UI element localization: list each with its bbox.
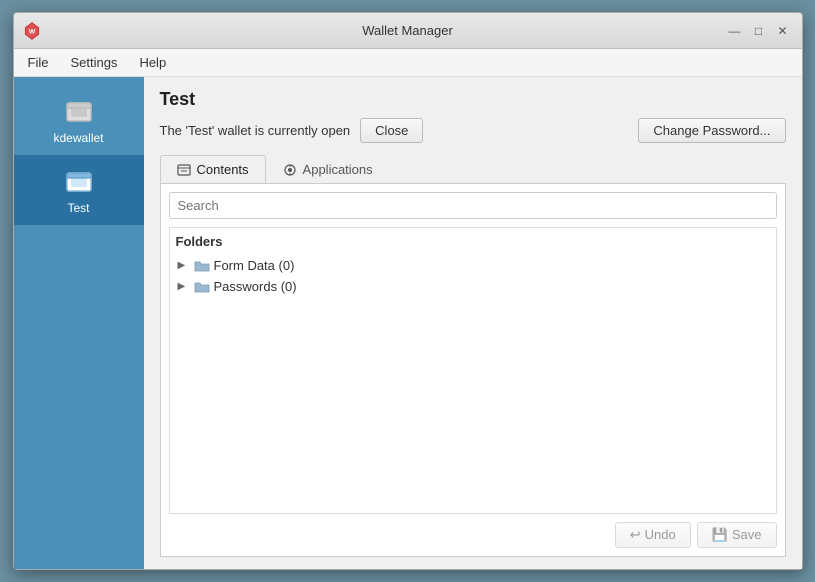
test-icon (63, 165, 95, 197)
action-bar: ↩Undo 💾Save (169, 514, 777, 548)
sidebar: kdewallet Test (14, 77, 144, 569)
main-panel: Test The 'Test' wallet is currently open… (144, 77, 802, 569)
folder-item-passwords[interactable]: ▶ Passwords (0) (176, 276, 770, 297)
folder-label-passwords: Passwords (0) (214, 279, 297, 294)
tab-contents-label: Contents (197, 162, 249, 177)
save-icon: 💾 (712, 527, 728, 542)
menu-bar: File Settings Help (14, 49, 802, 77)
window-close-button[interactable]: ✕ (772, 20, 794, 42)
menu-file[interactable]: File (18, 52, 59, 73)
chevron-right-icon-passwords: ▶ (178, 281, 190, 292)
minimize-button[interactable]: — (724, 20, 746, 42)
tab-bar: Contents Applications (160, 155, 786, 184)
save-button[interactable]: 💾Save (697, 522, 777, 548)
app-icon: W (22, 21, 42, 41)
folder-icon-formdata (194, 259, 210, 273)
tab-content-area: Folders ▶ Form Data (0) ▶ (160, 184, 786, 557)
sidebar-item-kdewallet[interactable]: kdewallet (14, 85, 144, 155)
title-bar-left: W (22, 21, 42, 41)
folder-label-formdata: Form Data (0) (214, 258, 295, 273)
close-wallet-button[interactable]: Close (360, 118, 423, 143)
contents-tab-icon (177, 163, 191, 177)
kdewallet-icon (63, 95, 95, 127)
wallet-status-bar: The 'Test' wallet is currently open Clos… (160, 118, 786, 143)
chevron-right-icon-formdata: ▶ (178, 260, 190, 271)
tab-content-wrapper: Folders ▶ Form Data (0) ▶ (169, 192, 777, 514)
maximize-button[interactable]: □ (748, 20, 770, 42)
change-password-button[interactable]: Change Password... (638, 118, 785, 143)
title-bar: W Wallet Manager — □ ✕ (14, 13, 802, 49)
svg-text:W: W (28, 28, 35, 35)
folders-section: Folders ▶ Form Data (0) ▶ (169, 227, 777, 514)
sidebar-item-test[interactable]: Test (14, 155, 144, 225)
kdewallet-label: kdewallet (53, 131, 103, 145)
tab-contents[interactable]: Contents (160, 155, 266, 183)
tab-applications-label: Applications (303, 162, 373, 177)
undo-icon: ↩ (630, 527, 641, 542)
menu-settings[interactable]: Settings (60, 52, 127, 73)
menu-help[interactable]: Help (129, 52, 176, 73)
window-title: Wallet Manager (362, 23, 453, 38)
undo-button[interactable]: ↩Undo (615, 522, 691, 548)
folders-header: Folders (176, 234, 770, 249)
folder-item-formdata[interactable]: ▶ Form Data (0) (176, 255, 770, 276)
tab-applications[interactable]: Applications (266, 155, 390, 183)
applications-tab-icon (283, 163, 297, 177)
title-controls: — □ ✕ (724, 20, 794, 42)
page-title: Test (160, 89, 786, 110)
main-window: W Wallet Manager — □ ✕ File Settings Hel… (13, 12, 803, 570)
wallet-status-left: The 'Test' wallet is currently open Clos… (160, 118, 424, 143)
test-label: Test (67, 201, 89, 215)
search-input[interactable] (169, 192, 777, 219)
wallet-status-text: The 'Test' wallet is currently open (160, 123, 351, 138)
folder-icon-passwords (194, 280, 210, 294)
content-area: kdewallet Test Test The 'Test' wallet is… (14, 77, 802, 569)
